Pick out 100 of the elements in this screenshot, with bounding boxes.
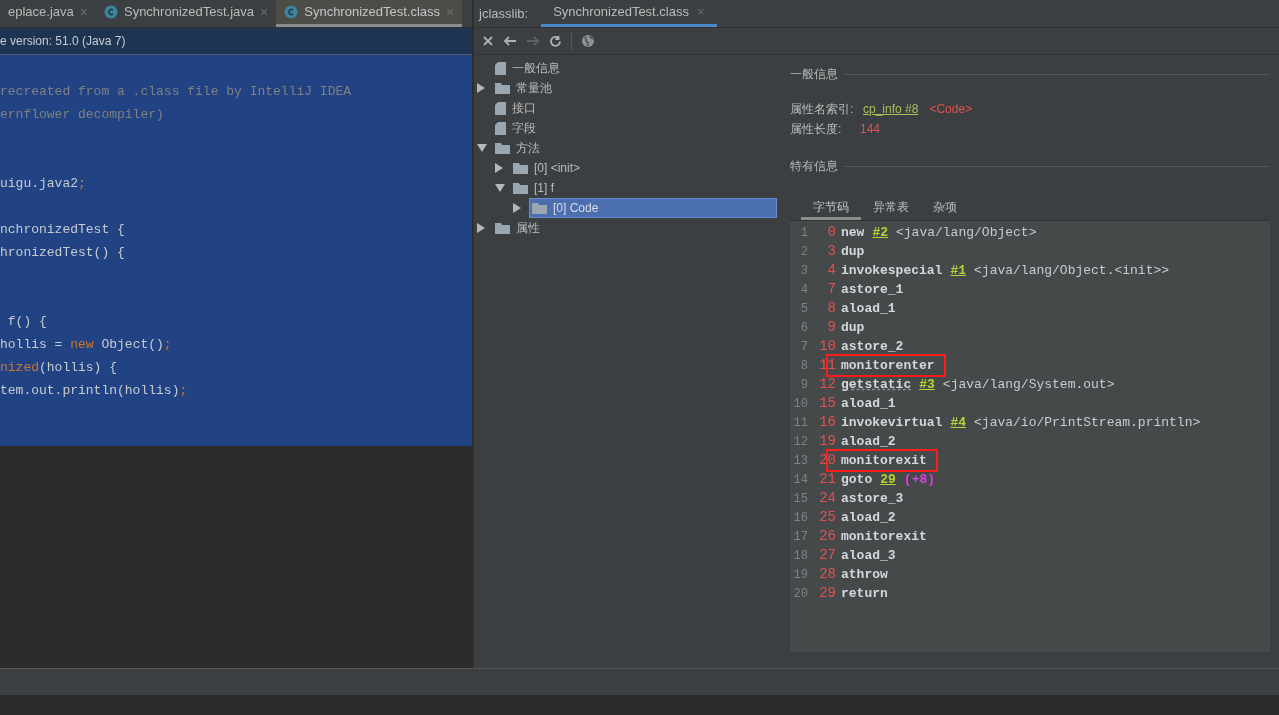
code-line: f() { <box>6 313 47 331</box>
code-line: hollis = new Object(); <box>0 336 172 354</box>
tree-item[interactable]: 接口 <box>493 98 536 118</box>
code-line: tem.out.println(hollis); <box>0 382 188 400</box>
line-number: 5 <box>799 300 809 318</box>
bytecode-offset: 12 <box>818 375 836 394</box>
collapsed-triangle-icon[interactable] <box>477 83 485 93</box>
bytecode-offset: 26 <box>818 527 836 546</box>
line-number: 3 <box>799 262 809 280</box>
folder-icon <box>495 142 510 154</box>
collapsed-triangle-icon[interactable] <box>513 203 521 213</box>
bytecode-offset: 28 <box>818 565 836 584</box>
field-label: 属性长度: <box>790 121 843 138</box>
opcode: getstatic <box>841 375 912 394</box>
code-line: uigu.java2; <box>0 175 86 193</box>
line-number: 11 <box>792 414 809 432</box>
opcode: aload_1 <box>841 394 896 413</box>
expanded-triangle-icon[interactable] <box>495 184 505 192</box>
file-icon <box>495 121 506 135</box>
bytecode-comment: <java/lang/Object.<init>> <box>974 261 1170 280</box>
line-number: 7 <box>799 338 809 356</box>
file-icon <box>495 61 506 75</box>
tree-item[interactable]: [0] <init> <box>511 158 581 178</box>
line-number: 19 <box>792 566 809 584</box>
folder-icon <box>532 202 547 214</box>
line-number: 14 <box>792 471 809 489</box>
opcode: aload_2 <box>841 432 896 451</box>
opcode: invokespecial <box>841 261 943 280</box>
code-line: nchronizedTest { <box>0 221 125 239</box>
tool-window-label: jclasslib: <box>477 4 530 23</box>
opcode: goto <box>841 470 873 489</box>
collapsed-triangle-icon[interactable] <box>495 163 503 173</box>
code-line: hronizedTest() { <box>0 244 125 262</box>
line-number: 16 <box>792 509 809 527</box>
folder-icon <box>513 162 528 174</box>
opcode: invokevirtual <box>841 413 943 432</box>
back-arrow-icon[interactable] <box>503 35 517 47</box>
opcode: athrow <box>841 565 888 584</box>
section-title: 特有信息 <box>790 158 838 175</box>
line-number: 10 <box>792 395 809 413</box>
bytecode-offset: 19 <box>818 432 836 451</box>
close-icon[interactable] <box>482 35 494 47</box>
line-number: 9 <box>799 376 809 394</box>
constant-link[interactable]: #3 <box>919 374 935 395</box>
line-number: 15 <box>792 490 809 508</box>
field-label: 属性名索引: <box>790 101 855 118</box>
line-number: 12 <box>792 433 809 451</box>
bytecode-comment: <java/io/PrintStream.println> <box>974 413 1201 432</box>
info-bar: e version: 51.0 (Java 7) <box>0 28 472 55</box>
plugin-tab[interactable]: SynchronizedTest.class × <box>541 0 717 27</box>
line-number: 8 <box>799 357 809 375</box>
detail-tab[interactable]: 异常表 <box>861 196 921 220</box>
opcode: monitorenter <box>841 356 935 375</box>
line-number: 4 <box>799 281 809 299</box>
tree-item[interactable]: 属性 <box>493 218 540 238</box>
opcode: monitorexit <box>841 527 927 546</box>
folder-icon <box>513 182 528 194</box>
bytecode-offset: 10 <box>818 337 836 356</box>
tree-item[interactable]: [0] Code <box>529 198 777 218</box>
opcode: aload_1 <box>841 299 896 318</box>
opcode: monitorexit <box>841 451 927 470</box>
globe-icon[interactable] <box>581 34 595 48</box>
detail-tab[interactable]: 杂项 <box>921 196 969 220</box>
line-number: 17 <box>792 528 809 546</box>
tree-item[interactable]: 字段 <box>493 118 536 138</box>
bytecode-offset: 9 <box>826 318 836 337</box>
opcode: aload_2 <box>841 508 896 527</box>
cp-info-link[interactable]: cp_info #8 <box>863 100 919 118</box>
tree-item[interactable]: 一般信息 <box>493 58 560 78</box>
code-line: nized(hollis) { <box>0 359 118 377</box>
bytecode-offset: 21 <box>818 470 836 489</box>
opcode: astore_2 <box>841 337 904 356</box>
bytecode-offset: 24 <box>818 489 836 508</box>
constant-link[interactable]: 29 <box>880 469 896 490</box>
opcode: return <box>841 584 888 603</box>
field-value: 144 <box>860 121 881 138</box>
expanded-triangle-icon[interactable] <box>477 144 487 152</box>
tree-item[interactable]: 常量池 <box>493 78 552 98</box>
constant-link[interactable]: #2 <box>872 222 888 243</box>
bytecode-offset: 4 <box>826 261 836 280</box>
opcode: dup <box>841 318 865 337</box>
editor-tab[interactable]: SynchronizedTest.java × <box>95 0 277 27</box>
bytecode-offset: 15 <box>818 394 836 413</box>
tree-item[interactable]: 方法 <box>493 138 540 158</box>
constant-link[interactable]: #1 <box>950 260 967 281</box>
bytecode-offset: 25 <box>818 508 836 527</box>
bytecode-comment: <java/lang/System.out> <box>942 375 1115 394</box>
collapsed-triangle-icon[interactable] <box>477 223 485 233</box>
tree-item[interactable]: [1] f <box>511 178 554 198</box>
constant-link[interactable]: #4 <box>950 412 967 433</box>
line-number: 18 <box>792 547 809 565</box>
section-title: 一般信息 <box>790 66 838 83</box>
class-icon <box>284 5 299 19</box>
refresh-icon[interactable] <box>549 34 562 48</box>
folder-icon <box>495 222 510 234</box>
editor-tab[interactable]: eplace.java × <box>0 0 96 27</box>
bytecode-offset: 8 <box>826 299 836 318</box>
bytecode-offset: 16 <box>818 413 836 432</box>
bytecode-offset: 0 <box>826 223 836 242</box>
line-number: 2 <box>799 243 809 261</box>
